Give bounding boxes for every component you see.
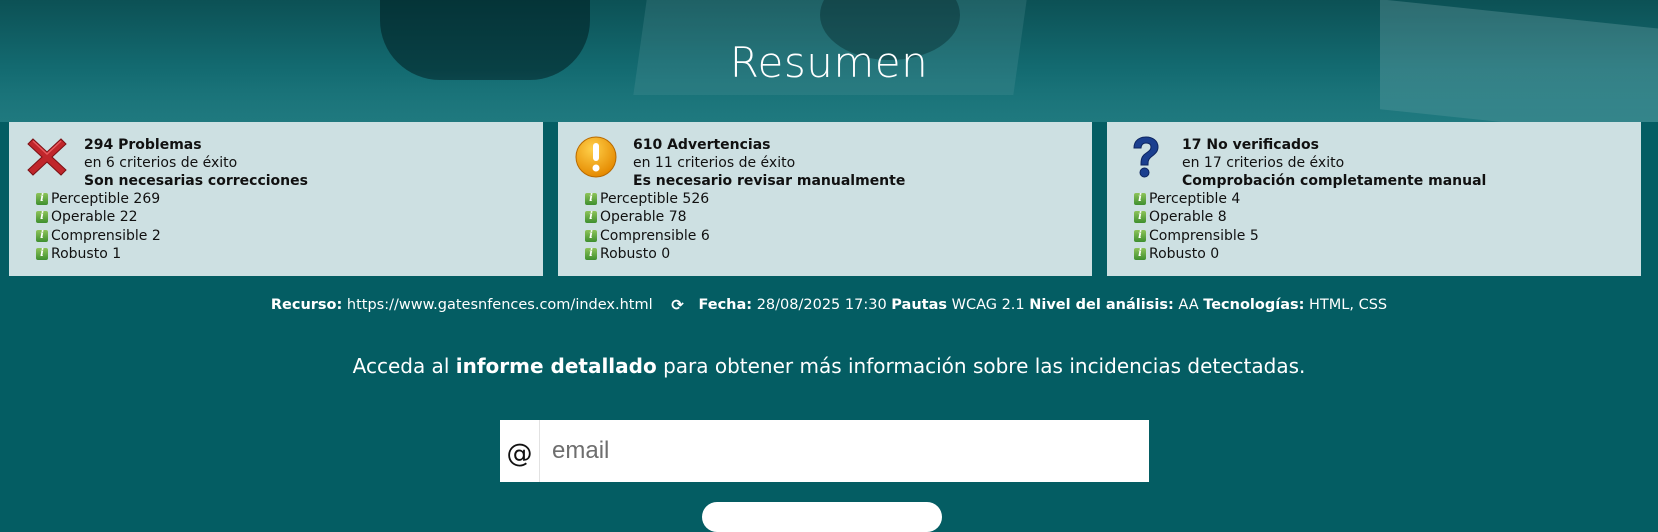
warning-exclamation-icon xyxy=(575,136,617,178)
not-verified-criteria: en 17 criterios de éxito xyxy=(1182,155,1345,171)
warnings-criteria: en 11 criterios de éxito xyxy=(633,155,796,171)
list-item[interactable]: i Perceptible 269 xyxy=(36,190,161,208)
info-icon[interactable]: i xyxy=(585,248,597,261)
info-icon[interactable]: i xyxy=(36,248,48,261)
level-value: AA xyxy=(1178,297,1199,313)
list-item[interactable]: i Robusto 0 xyxy=(1134,245,1259,263)
problems-card: 294 Problemas en 6 criterios de éxito So… xyxy=(9,122,543,276)
info-icon[interactable]: i xyxy=(36,229,48,242)
level-label: Nivel del análisis: xyxy=(1029,297,1174,313)
info-icon[interactable]: i xyxy=(1134,229,1146,242)
list-item[interactable]: i Robusto 1 xyxy=(36,245,161,263)
detailed-report-emphasis: informe detallado xyxy=(455,354,657,378)
info-icon[interactable]: i xyxy=(36,211,48,224)
email-input-group: @ xyxy=(500,420,1149,482)
problems-message: Son necesarias correcciones xyxy=(84,173,308,189)
email-input[interactable] xyxy=(540,420,1149,482)
info-icon[interactable]: i xyxy=(585,229,597,242)
page-title: Resumen xyxy=(729,38,929,87)
problems-count: 294 Problemas xyxy=(84,137,202,153)
warnings-message: Es necesario revisar manualmente xyxy=(633,173,906,189)
error-x-icon xyxy=(27,138,67,176)
list-item[interactable]: i Operable 8 xyxy=(1134,208,1259,226)
report-cta-text: Acceda al informe detallado para obtener… xyxy=(352,354,1306,378)
info-icon[interactable]: i xyxy=(1134,211,1146,224)
problems-principles-list: i Perceptible 269 i Operable 22 i Comprensi… xyxy=(36,190,161,263)
list-item[interactable]: i Perceptible 4 xyxy=(1134,190,1259,208)
resource-label: Recurso: xyxy=(270,297,343,313)
question-mark-icon xyxy=(1133,136,1159,178)
info-icon[interactable]: i xyxy=(36,193,48,206)
date-label: Fecha: xyxy=(698,297,753,313)
list-item[interactable]: i Operable 78 xyxy=(585,208,710,226)
not-verified-card: 17 No verificados en 17 criterios de éxi… xyxy=(1107,122,1641,276)
not-verified-count: 17 No verificados xyxy=(1182,137,1319,153)
problems-criteria: en 6 criterios de éxito xyxy=(84,155,238,171)
warnings-card: 610 Advertencias en 11 criterios de éxit… xyxy=(558,122,1092,276)
list-item[interactable]: i Robusto 0 xyxy=(585,245,710,263)
warnings-principles-list: i Perceptible 526 i Operable 78 i Comprensi… xyxy=(585,190,710,263)
list-item[interactable]: i Perceptible 526 xyxy=(585,190,710,208)
resource-url[interactable]: https://www.gatesnfences.com/index.html xyxy=(347,297,653,313)
technologies-value: HTML, CSS xyxy=(1309,297,1388,313)
guidelines-label: Pautas xyxy=(891,297,947,313)
date-value: 28/08/2025 17:30 xyxy=(756,297,887,313)
not-verified-message: Comprobación completamente manual xyxy=(1182,173,1487,189)
info-icon[interactable]: i xyxy=(585,211,597,224)
technologies-label: Tecnologías: xyxy=(1203,297,1305,313)
at-sign-icon: @ xyxy=(500,420,540,482)
list-item[interactable]: i Operable 22 xyxy=(36,208,161,226)
info-icon[interactable]: i xyxy=(1134,248,1146,261)
info-icon[interactable]: i xyxy=(585,193,597,206)
warnings-count: 610 Advertencias xyxy=(633,137,771,153)
info-icon[interactable]: i xyxy=(1134,193,1146,206)
submit-button[interactable] xyxy=(702,502,942,532)
list-item[interactable]: i Comprensible 2 xyxy=(36,227,161,245)
list-item[interactable]: i Comprensible 5 xyxy=(1134,227,1259,245)
not-verified-principles-list: i Perceptible 4 i Operable 8 i Comprensible… xyxy=(1134,190,1259,263)
guidelines-value: WCAG 2.1 xyxy=(951,297,1025,313)
list-item[interactable]: i Comprensible 6 xyxy=(585,227,710,245)
analysis-meta: Recurso: https://www.gatesnfences.com/in… xyxy=(0,296,1658,314)
refresh-icon[interactable]: ⟳ xyxy=(671,296,684,314)
